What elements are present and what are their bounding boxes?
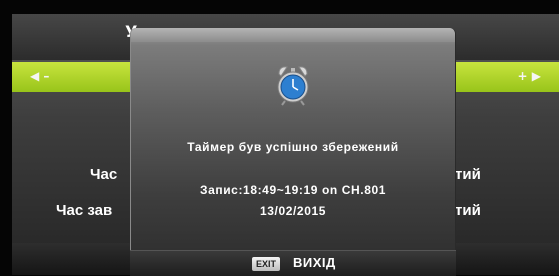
timer-saved-dialog: Таймер був успішно збережений Запис:18:4… — [130, 28, 456, 250]
menu-row-start-label[interactable]: Час — [90, 166, 117, 183]
record-info: Запис:18:49~19:19 on CH.801 — [199, 183, 387, 197]
alarm-clock-icon — [277, 66, 309, 106]
menu-row-start-value: тий — [455, 166, 481, 183]
increase-arrow[interactable]: + ▶ — [518, 69, 541, 83]
exit-key-icon[interactable]: EXIT — [252, 257, 281, 271]
dialog-footer: EXIT ВИХІД — [130, 250, 456, 276]
menu-row-end-label[interactable]: Час зав — [56, 202, 112, 219]
dialog-header — [131, 28, 455, 42]
exit-label[interactable]: ВИХІД — [293, 255, 336, 270]
menu-row-end-value: тий — [455, 202, 481, 219]
success-message: Таймер був успішно збережений — [187, 140, 399, 154]
record-date: 13/02/2015 — [259, 204, 327, 218]
decrease-arrow[interactable]: ◀ – — [30, 69, 49, 83]
